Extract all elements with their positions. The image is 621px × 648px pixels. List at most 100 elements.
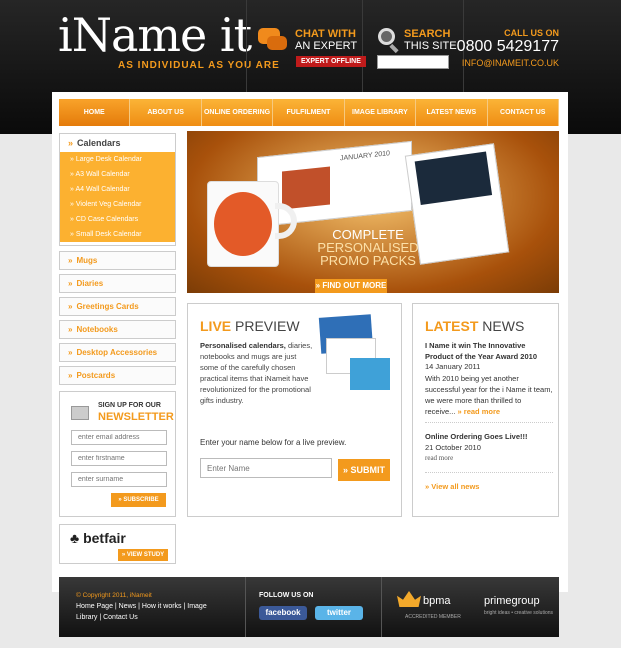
- footer-links[interactable]: Home Page | News | How it works | Image …: [76, 601, 216, 623]
- sub-item-a4-wall[interactable]: » A4 Wall Calendar: [60, 182, 175, 197]
- chat-label-2[interactable]: AN EXPERT: [295, 40, 357, 52]
- subscribe-button[interactable]: » SUBSCRIBE: [111, 493, 166, 507]
- news-divider: [425, 422, 553, 423]
- hero-headline: COMPLETE PERSONALISED PROMO PACKS: [317, 227, 419, 268]
- sidebar-item-calendars[interactable]: » Calendars: [60, 134, 175, 152]
- sidebar-item-label: Postcards: [76, 371, 116, 380]
- site-logo[interactable]: iName it: [58, 8, 252, 62]
- newsletter-box: SIGN UP FOR OUR NEWSLETTER » SUBSCRIBE: [59, 391, 176, 517]
- bpma-subtitle: ACCREDITED MEMBER: [405, 614, 461, 620]
- chat-label[interactable]: CHAT WITH: [295, 28, 356, 40]
- nav-ordering[interactable]: ONLINE ORDERING: [202, 99, 274, 126]
- footer-divider: [245, 577, 246, 637]
- sub-item-cd-case[interactable]: » CD Case Calendars: [60, 212, 175, 227]
- chat-bubble-icon[interactable]: [258, 28, 288, 52]
- sidebar-item-label: Calendars: [77, 138, 121, 148]
- sidebar-item-label: Diaries: [76, 279, 104, 288]
- phone-number: 0800 5429177: [456, 38, 559, 55]
- search-icon-handle: [389, 43, 399, 54]
- call-label: CALL US ON: [504, 28, 559, 38]
- sidebar-item-desktop[interactable]: » Desktop Accessories: [59, 343, 176, 362]
- news-date: 21 October 2010: [425, 443, 481, 452]
- header-divider: [362, 0, 363, 92]
- chevron-icon: »: [68, 279, 73, 288]
- email-link[interactable]: INFO@INAMEIT.CO.UK: [462, 58, 559, 68]
- live-preview-text: Personalised calendars, diaries, noteboo…: [200, 341, 313, 405]
- chevron-icon: »: [68, 348, 73, 357]
- sidebar-item-notebooks[interactable]: » Notebooks: [59, 320, 176, 339]
- sub-item-a3-wall[interactable]: » A3 Wall Calendar: [60, 167, 175, 182]
- calendar-photo: [282, 166, 330, 210]
- bpma-crown-icon: [397, 591, 421, 607]
- chevron-icon: »: [68, 325, 73, 334]
- read-more-link[interactable]: read more: [425, 454, 453, 462]
- firstname-field[interactable]: [71, 451, 167, 466]
- chevron-icon: »: [68, 256, 73, 265]
- primegroup-subtitle: bright ideas • creative solutions: [484, 610, 554, 616]
- nav-image-library[interactable]: IMAGE LIBRARY: [345, 99, 417, 126]
- sidebar-item-mugs[interactable]: » Mugs: [59, 251, 176, 270]
- sidebar-item-label: Greetings Cards: [76, 302, 139, 311]
- enter-name-label: Enter your name below for a live preview…: [200, 438, 347, 447]
- latest-news-heading: LATEST NEWS: [425, 318, 525, 334]
- nav-contact[interactable]: CONTACT US: [488, 99, 559, 126]
- calendar-preview-image: [318, 314, 390, 398]
- nav-home[interactable]: HOME: [59, 99, 131, 126]
- sub-item-violent-veg[interactable]: » Violent Veg Calendar: [60, 197, 175, 212]
- newsletter-label: SIGN UP FOR OUR: [98, 402, 161, 409]
- nav-about[interactable]: ABOUT US: [130, 99, 202, 126]
- submit-button[interactable]: » SUBMIT: [338, 459, 390, 481]
- sidebar-item-diaries[interactable]: » Diaries: [59, 274, 176, 293]
- betfair-logo: ♣ betfair: [70, 530, 126, 546]
- search-icon: [378, 28, 395, 45]
- footer-divider: [381, 577, 382, 637]
- latest-news-panel: LATEST NEWS I Name it win The Innovative…: [412, 303, 559, 517]
- tagline: AS INDIVIDUAL AS YOU ARE: [118, 60, 280, 71]
- search-label: SEARCH: [404, 28, 451, 40]
- primegroup-logo: primegroup: [484, 595, 540, 607]
- mug-product-image: [207, 181, 279, 267]
- read-more-link[interactable]: » read more: [458, 407, 501, 416]
- newsletter-title: NEWSLETTER: [98, 411, 174, 423]
- news-title[interactable]: I Name it win The Innovative Product of …: [425, 340, 553, 362]
- hero-banner: JANUARY 2010 COMPLETE PERSONALISED PROMO…: [187, 131, 559, 293]
- sidebar-item-greetings[interactable]: » Greetings Cards: [59, 297, 176, 316]
- search-label-2: THIS SITE: [404, 40, 457, 52]
- facebook-button[interactable]: facebook: [259, 606, 307, 620]
- live-preview-panel: LIVE PREVIEW Personalised calendars, dia…: [187, 303, 402, 517]
- sidebar-item-label: Mugs: [76, 256, 98, 265]
- find-out-more-button[interactable]: » FIND OUT MORE: [315, 279, 387, 293]
- live-preview-heading: LIVE PREVIEW: [200, 318, 300, 334]
- sidebar-item-postcards[interactable]: » Postcards: [59, 366, 176, 385]
- betfair-box: ♣ betfair » VIEW STUDY: [59, 524, 176, 564]
- main-nav: HOME ABOUT US ONLINE ORDERING FULFILMENT…: [59, 99, 559, 126]
- name-input[interactable]: [200, 458, 332, 478]
- news-divider: [425, 472, 553, 473]
- sub-item-large-desk[interactable]: » Large Desk Calendar: [60, 152, 175, 167]
- search-input[interactable]: [377, 55, 449, 69]
- copyright: © Copyright 2011, iNameit: [76, 592, 152, 599]
- header-divider: [246, 0, 247, 92]
- news-title[interactable]: Online Ordering Goes Live!!!: [425, 432, 528, 441]
- news-body: With 2010 being yet another successful y…: [425, 374, 553, 416]
- expert-status-badge: EXPERT OFFLINE: [296, 56, 366, 67]
- follow-label: FOLLOW US ON: [259, 592, 314, 599]
- view-study-button[interactable]: » VIEW STUDY: [118, 549, 168, 561]
- calendar-sublist: » Large Desk Calendar » A3 Wall Calendar…: [60, 152, 175, 242]
- sidebar-item-label: Notebooks: [76, 325, 118, 334]
- news-date: 14 January 2011: [425, 362, 481, 371]
- email-field[interactable]: [71, 430, 167, 445]
- surname-field[interactable]: [71, 472, 167, 487]
- nav-latest-news[interactable]: LATEST NEWS: [416, 99, 488, 126]
- chevron-icon: »: [68, 371, 73, 380]
- envelope-icon: [71, 406, 89, 420]
- chevron-down-icon: »: [68, 138, 74, 148]
- view-all-news-link[interactable]: » View all news: [425, 482, 479, 491]
- sidebar-item-label: Desktop Accessories: [76, 348, 158, 357]
- chevron-icon: »: [68, 302, 73, 311]
- sub-item-small-desk[interactable]: » Small Desk Calendar: [60, 227, 175, 242]
- sidebar-calendars: » Calendars » Large Desk Calendar » A3 Wa…: [59, 133, 176, 246]
- calendar-month: JANUARY 2010: [340, 150, 390, 163]
- twitter-button[interactable]: twitter: [315, 606, 363, 620]
- nav-fulfilment[interactable]: FULFILMENT: [273, 99, 345, 126]
